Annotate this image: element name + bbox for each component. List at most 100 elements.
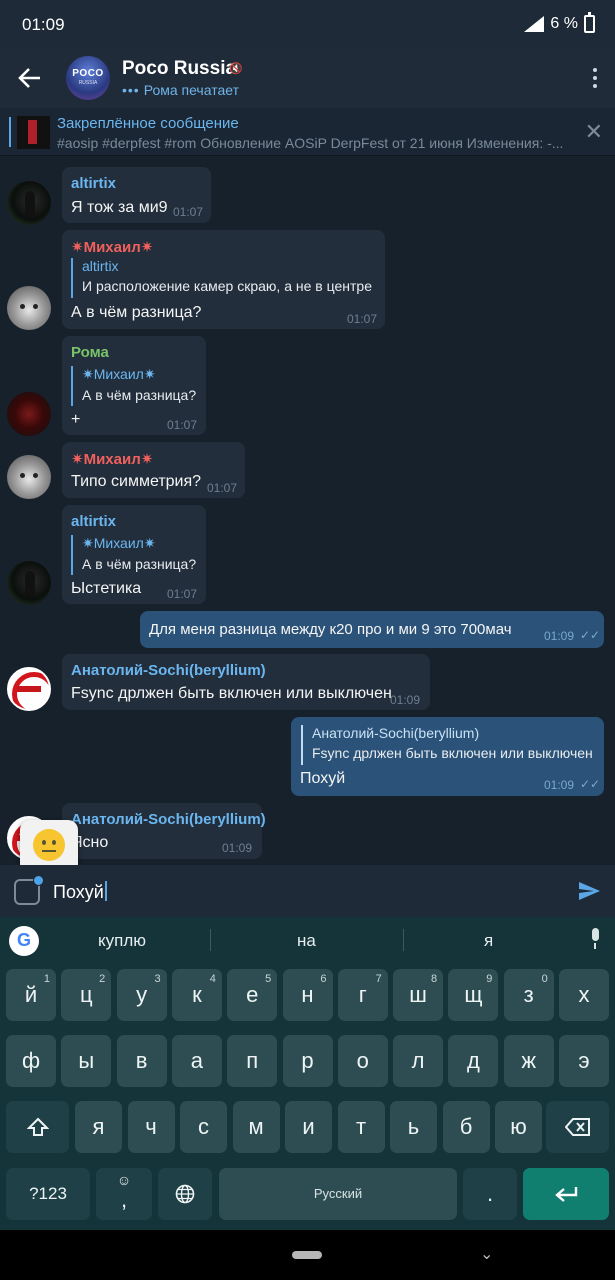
message-bubble[interactable]: altirtix Я тож за ми9 01:07 [62, 167, 211, 223]
google-logo-icon[interactable]: G [9, 926, 39, 956]
typing-dots-icon: ••• [122, 82, 140, 98]
suggestion-3[interactable]: я [484, 931, 493, 951]
key-row1-3[interactable]: к4 [171, 969, 222, 1021]
status-bar: 01:09 6 % [0, 0, 615, 48]
key-row2-10[interactable]: э [559, 1035, 609, 1087]
avatar-mikhail[interactable] [7, 286, 51, 330]
suggestion-1[interactable]: куплю [98, 931, 146, 951]
reply-quote[interactable]: ✷Михаил✷ А в чём разница? [71, 366, 196, 406]
sender-name[interactable]: altirtix [71, 175, 116, 192]
chat-avatar[interactable]: POCO RUSSIA [66, 56, 110, 100]
enter-key[interactable] [523, 1168, 609, 1220]
key-row3-2[interactable]: с [180, 1101, 227, 1153]
back-arrow-icon[interactable] [16, 64, 44, 92]
key-row1-9[interactable]: з0 [503, 969, 554, 1021]
key-row1-6[interactable]: г7 [337, 969, 388, 1021]
sender-name[interactable]: Анатолий-Sochi(beryllium) [71, 811, 266, 828]
microphone-icon[interactable] [589, 928, 601, 950]
key-row3-4[interactable]: и [285, 1101, 332, 1153]
message-bubble[interactable]: ✷Михаил✷ Типо симметрия? 01:07 [62, 442, 245, 498]
read-check-icon: ✓✓ [580, 628, 601, 642]
avatar-mikhail[interactable] [7, 455, 51, 499]
avatar-roma[interactable] [7, 392, 51, 436]
symbols-key[interactable]: ?123 [6, 1168, 90, 1220]
pinned-accent-line [9, 117, 11, 147]
message-bubble[interactable]: Анатолий-Sochi(beryllium) Ясно 01:09 [62, 803, 266, 859]
key-row3-8[interactable]: ю [495, 1101, 542, 1153]
message-bubble[interactable]: altirtix ✷Михаил✷ А в чём разница? Ыстет… [62, 505, 206, 604]
sender-name[interactable]: altirtix [71, 513, 116, 530]
reply-quote[interactable]: altirtix И расположение камер скраю, а н… [71, 258, 372, 298]
key-label: ф [21, 1048, 41, 1073]
key-row1-7[interactable]: ш8 [393, 969, 444, 1021]
emoji-comma-key[interactable]: ☺ , [96, 1168, 152, 1220]
key-row1-10[interactable]: х [559, 969, 609, 1021]
key-row2-5[interactable]: р [282, 1035, 333, 1087]
avatar-altirtix[interactable] [7, 561, 51, 605]
send-icon[interactable] [577, 879, 601, 903]
home-pill-icon[interactable] [292, 1251, 322, 1259]
language-globe-key[interactable] [158, 1168, 212, 1220]
key-row1-4[interactable]: е5 [227, 969, 278, 1021]
avatar-altirtix[interactable] [7, 181, 51, 225]
key-row1-2[interactable]: у3 [116, 969, 167, 1021]
key-row2-6[interactable]: о [337, 1035, 388, 1087]
neutral-face-emoji-icon[interactable] [33, 829, 65, 861]
chat-title[interactable]: Poco Russia [122, 58, 236, 80]
message-time: 01:07 [173, 205, 204, 219]
suggestion-divider [403, 929, 404, 951]
key-row1-1[interactable]: ц2 [61, 969, 112, 1021]
message-input[interactable]: Похуй [53, 881, 107, 903]
avatar-anatoliy[interactable] [7, 667, 51, 711]
key-row2-8[interactable]: д [448, 1035, 499, 1087]
key-row3-7[interactable]: б [442, 1101, 490, 1153]
reply-quote[interactable]: ✷Михаил✷ А в чём разница? [71, 535, 196, 575]
chat-header: POCO RUSSIA Poco Russia 🔇 ••• Рома печата… [0, 48, 615, 108]
key-label: с [198, 1114, 209, 1139]
message-bubble[interactable]: Рома ✷Михаил✷ А в чём разница? + 01:07 [62, 336, 206, 435]
key-row2-3[interactable]: а [171, 1035, 222, 1087]
key-row2-4[interactable]: п [227, 1035, 278, 1087]
message-bubble-outgoing[interactable]: Для меня разница между к20 про и ми 9 эт… [140, 611, 604, 648]
hide-keyboard-chevron-icon[interactable]: ⌄ [480, 1244, 493, 1264]
more-options-icon[interactable] [593, 68, 599, 90]
pinned-message-bar[interactable]: Закреплённое сообщение #aosip #derpfest … [0, 108, 615, 156]
space-key[interactable]: Русский [219, 1168, 457, 1220]
backspace-key[interactable] [546, 1101, 609, 1153]
reply-quote[interactable]: Анатолий-Sochi(beryllium) Fsync дрлжен б… [301, 725, 593, 765]
key-row3-5[interactable]: т [337, 1101, 385, 1153]
sender-name[interactable]: Рома [71, 344, 109, 361]
key-row2-0[interactable]: ф [6, 1035, 56, 1087]
suggestion-2[interactable]: на [297, 931, 316, 951]
key-label: к [192, 982, 202, 1007]
key-row2-7[interactable]: л [393, 1035, 444, 1087]
period-key[interactable]: . [463, 1168, 517, 1220]
key-row3-1[interactable]: ч [127, 1101, 175, 1153]
signal-icon [524, 16, 545, 32]
key-row3-6[interactable]: ь [390, 1101, 437, 1153]
key-label: й [24, 982, 38, 1007]
reply-text: Fsync дрлжен быть включен или выключен [312, 745, 593, 761]
sender-name[interactable]: Анатолий-Sochi(beryllium) [71, 662, 266, 679]
message-bubble[interactable]: Анатолий-Sochi(beryllium) Fsync дрлжен б… [62, 654, 430, 710]
key-row3-3[interactable]: м [232, 1101, 280, 1153]
sticker-emoji-icon[interactable] [14, 875, 44, 905]
sender-name[interactable]: ✷Михаил✷ [71, 238, 153, 256]
key-row2-2[interactable]: в [116, 1035, 167, 1087]
key-row2-9[interactable]: ж [503, 1035, 554, 1087]
message-time: 01:09 [544, 629, 575, 643]
key-row3-0[interactable]: я [75, 1101, 122, 1153]
key-label: ч [145, 1114, 157, 1139]
message-bubble[interactable]: ✷Михаил✷ altirtix И расположение камер с… [62, 230, 385, 329]
key-row2-1[interactable]: ы [61, 1035, 112, 1087]
key-row1-0[interactable]: й1 [6, 969, 56, 1021]
message-bubble-outgoing[interactable]: Анатолий-Sochi(beryllium) Fsync дрлжен б… [291, 717, 604, 796]
system-nav-bar: ⌄ [0, 1230, 615, 1280]
key-row1-8[interactable]: щ9 [448, 969, 499, 1021]
close-pinned-icon[interactable]: ✕ [585, 119, 603, 145]
key-label: р [301, 1048, 314, 1073]
key-label: х [578, 982, 590, 1007]
sender-name[interactable]: ✷Михаил✷ [71, 450, 153, 468]
shift-key[interactable] [6, 1101, 69, 1153]
key-row1-5[interactable]: н6 [282, 969, 333, 1021]
